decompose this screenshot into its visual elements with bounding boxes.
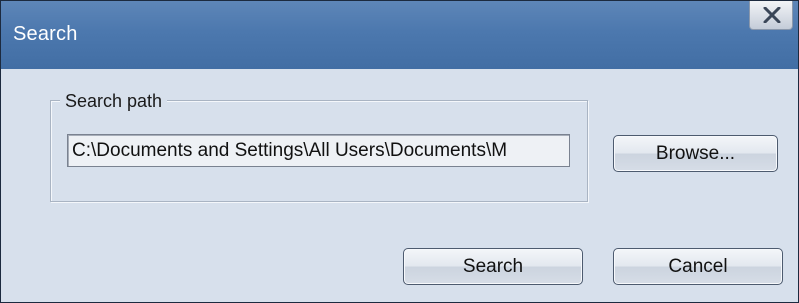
browse-button[interactable]: Browse... [613, 135, 778, 172]
cancel-button[interactable]: Cancel [613, 248, 783, 285]
search-path-label: Search path [60, 90, 168, 112]
search-dialog: Search Search path C:\Documents and Sett… [0, 0, 799, 303]
window-title: Search [13, 23, 78, 45]
close-button[interactable] [749, 1, 793, 30]
search-path-field[interactable]: C:\Documents and Settings\All Users\Docu… [67, 134, 570, 167]
title-bar[interactable]: Search [1, 1, 798, 69]
search-button[interactable]: Search [403, 248, 583, 285]
dialog-body: Search path C:\Documents and Settings\Al… [1, 69, 798, 302]
close-x-icon [763, 7, 781, 23]
